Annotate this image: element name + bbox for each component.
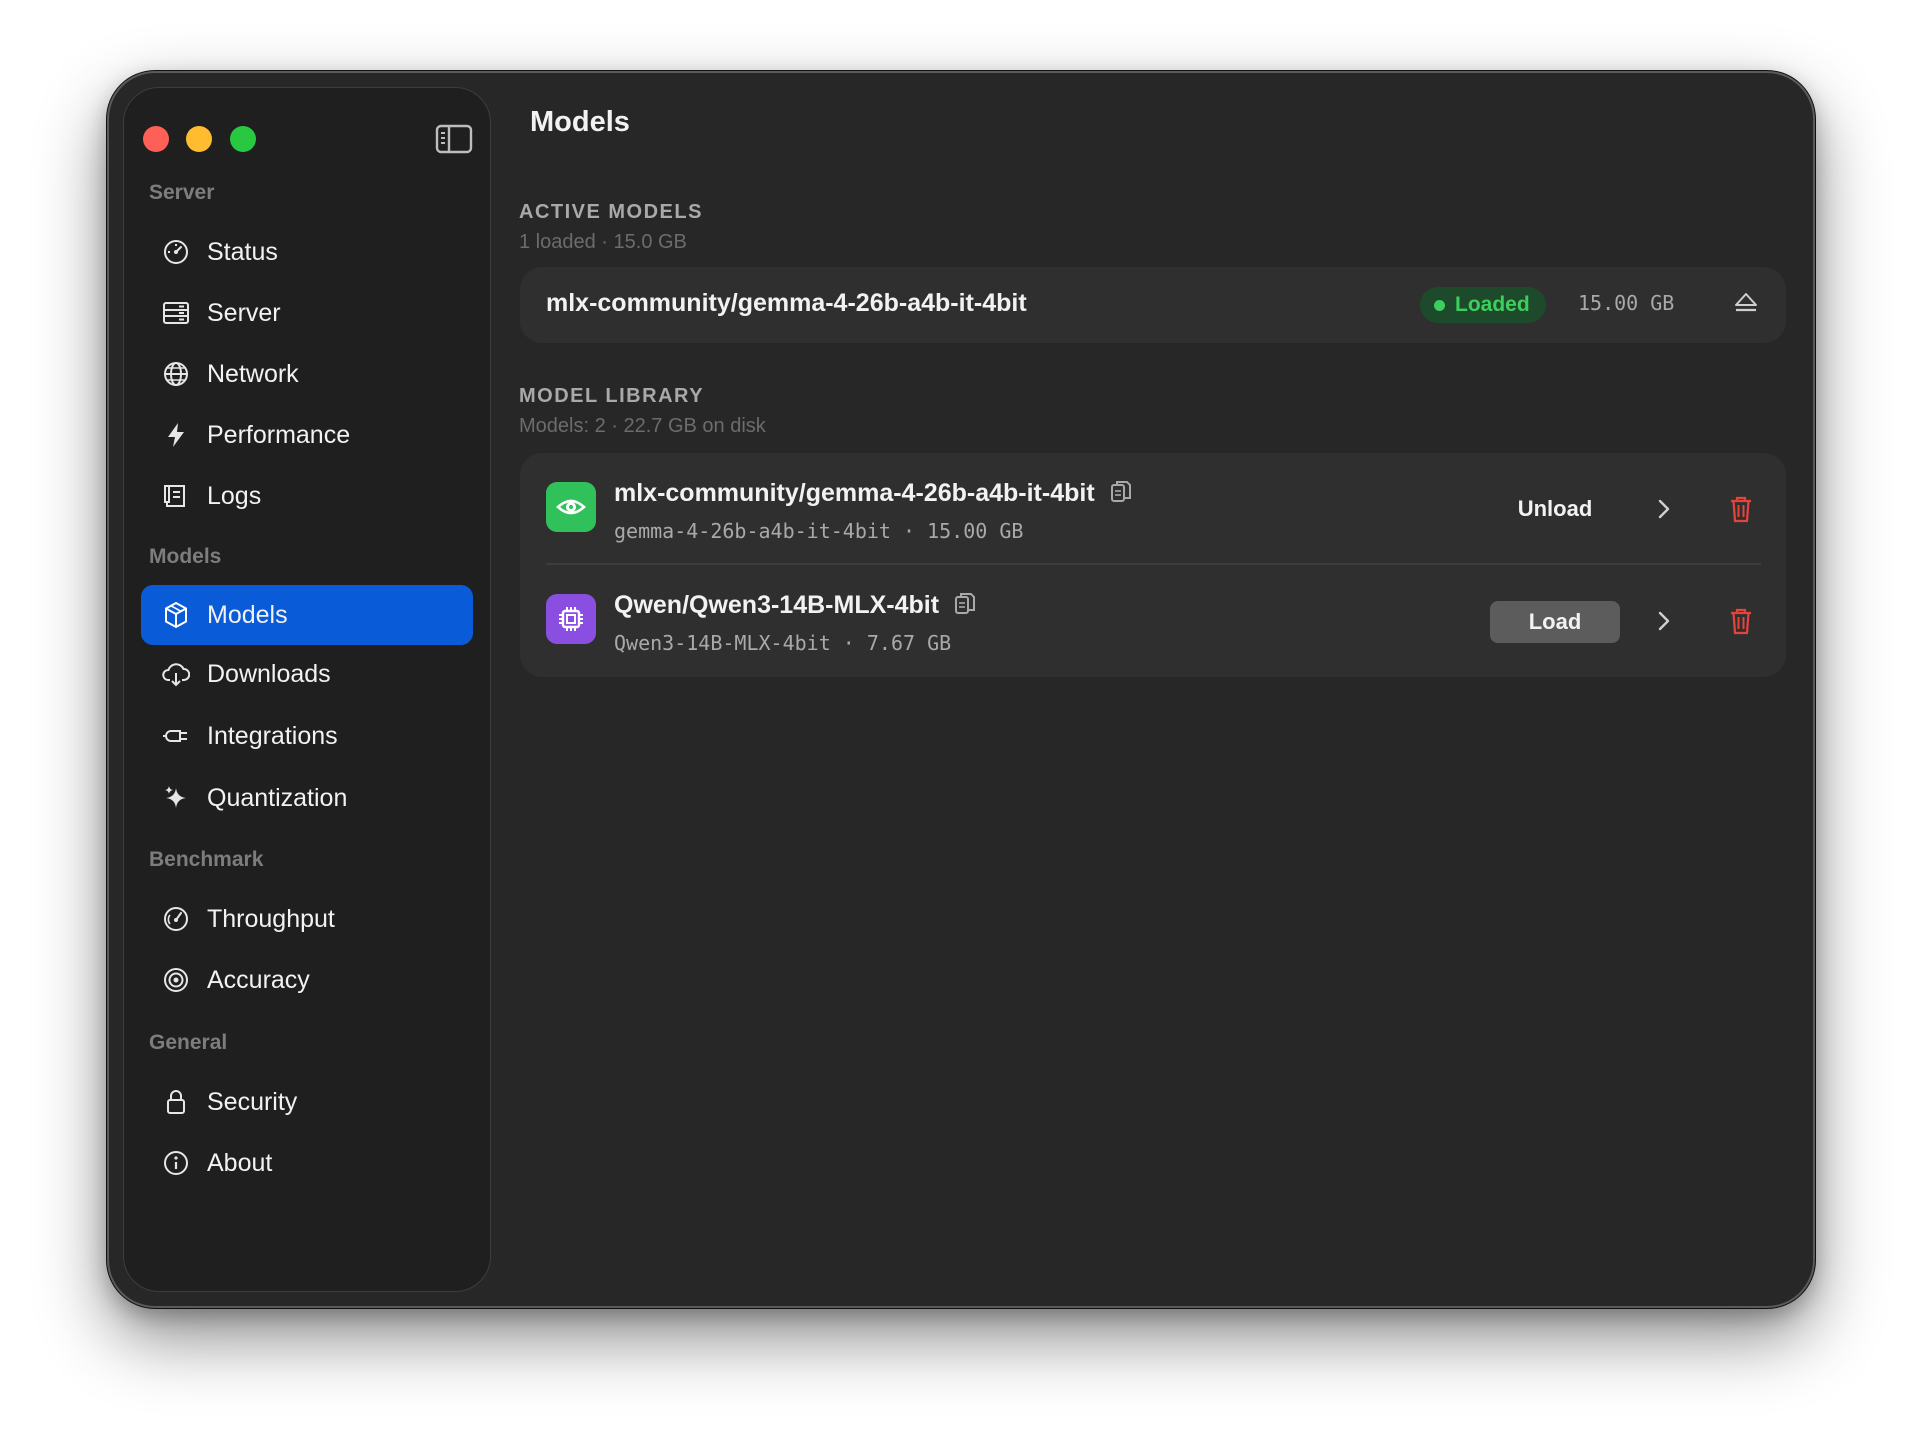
lock-icon bbox=[161, 1087, 191, 1117]
section-title-general: General bbox=[149, 1031, 228, 1054]
model-name-text: mlx-community/gemma-4-26b-a4b-it-4bit bbox=[614, 479, 1095, 507]
status-label: Loaded bbox=[1455, 293, 1530, 316]
status-dot-icon bbox=[1434, 299, 1445, 311]
sidebar-item-label: Quantization bbox=[207, 783, 348, 812]
speedometer-icon bbox=[161, 904, 191, 934]
maximize-window-button[interactable] bbox=[230, 126, 256, 152]
section-title-server: Server bbox=[149, 181, 215, 204]
sidebar-item-performance[interactable]: Performance bbox=[141, 405, 473, 465]
eject-icon[interactable] bbox=[1732, 289, 1760, 317]
sidebar-item-about[interactable]: About bbox=[141, 1133, 473, 1193]
active-model-size: 15.00 GB bbox=[1578, 291, 1675, 315]
eye-icon bbox=[546, 482, 596, 532]
app-window: Server Status Server Network Performance bbox=[107, 71, 1815, 1308]
model-meta: Qwen3-14B-MLX-4bit · 7.67 GB bbox=[614, 631, 952, 655]
chevron-right-icon[interactable] bbox=[1652, 607, 1676, 635]
sidebar-item-models[interactable]: Models bbox=[141, 585, 473, 645]
active-model-card: mlx-community/gemma-4-26b-a4b-it-4bit Lo… bbox=[520, 267, 1786, 343]
section-title-models: Models bbox=[149, 545, 222, 568]
sidebar-item-label: Network bbox=[207, 359, 299, 388]
model-meta: gemma-4-26b-a4b-it-4bit · 15.00 GB bbox=[614, 519, 1024, 543]
model-library-card: mlx-community/gemma-4-26b-a4b-it-4bit ge… bbox=[520, 453, 1786, 677]
sidebar-item-label: Models bbox=[207, 600, 288, 629]
sidebar-item-label: Server bbox=[207, 298, 281, 327]
chevron-right-icon[interactable] bbox=[1652, 495, 1676, 523]
status-badge: Loaded bbox=[1420, 287, 1546, 323]
scroll-icon bbox=[161, 481, 191, 511]
sparkles-icon bbox=[161, 783, 191, 813]
sidebar-item-throughput[interactable]: Throughput bbox=[141, 889, 473, 949]
sidebar-item-logs[interactable]: Logs bbox=[141, 466, 473, 526]
sidebar-item-label: Security bbox=[207, 1087, 298, 1116]
model-name: mlx-community/gemma-4-26b-a4b-it-4bit bbox=[614, 479, 1133, 508]
list-item[interactable]: Qwen/Qwen3-14B-MLX-4bit Qwen3-14B-MLX-4b… bbox=[520, 565, 1786, 675]
cloud-download-icon bbox=[161, 659, 191, 689]
load-button[interactable]: Load bbox=[1490, 601, 1620, 643]
trash-icon[interactable] bbox=[1728, 494, 1754, 524]
model-library-subtitle: Models: 2 · 22.7 GB on disk bbox=[519, 415, 766, 437]
plug-icon bbox=[161, 721, 191, 751]
gauge-icon bbox=[161, 237, 191, 267]
sidebar-item-status[interactable]: Status bbox=[141, 222, 473, 282]
section-title-benchmark: Benchmark bbox=[149, 848, 264, 871]
sidebar-item-accuracy[interactable]: Accuracy bbox=[141, 950, 473, 1010]
active-model-name: mlx-community/gemma-4-26b-a4b-it-4bit bbox=[546, 289, 1027, 317]
globe-icon bbox=[161, 359, 191, 389]
cube-icon bbox=[161, 600, 191, 630]
info-icon bbox=[161, 1148, 191, 1178]
sidebar-item-label: Integrations bbox=[207, 721, 338, 750]
sidebar-item-security[interactable]: Security bbox=[141, 1072, 473, 1132]
target-icon bbox=[161, 965, 191, 995]
copy-icon[interactable] bbox=[953, 591, 977, 617]
close-window-button[interactable] bbox=[143, 126, 169, 152]
model-library-title: MODEL LIBRARY bbox=[519, 385, 705, 407]
sidebar-item-label: Throughput bbox=[207, 904, 335, 933]
chip-icon bbox=[546, 594, 596, 644]
server-icon bbox=[161, 298, 191, 328]
sidebar-item-label: Performance bbox=[207, 420, 351, 449]
sidebar-item-integrations[interactable]: Integrations bbox=[141, 706, 473, 766]
sidebar-item-label: Accuracy bbox=[207, 965, 310, 994]
list-item[interactable]: mlx-community/gemma-4-26b-a4b-it-4bit ge… bbox=[520, 453, 1786, 563]
trash-icon[interactable] bbox=[1728, 606, 1754, 636]
sidebar-item-label: Logs bbox=[207, 481, 262, 510]
sidebar: Server Status Server Network Performance bbox=[123, 87, 491, 1292]
sidebar-item-label: About bbox=[207, 1148, 273, 1177]
sidebar-item-quantization[interactable]: Quantization bbox=[141, 768, 473, 828]
sidebar-toggle-icon[interactable] bbox=[435, 123, 473, 155]
bolt-icon bbox=[161, 420, 191, 450]
active-models-subtitle: 1 loaded · 15.0 GB bbox=[519, 231, 687, 253]
sidebar-item-downloads[interactable]: Downloads bbox=[141, 644, 473, 704]
copy-icon[interactable] bbox=[1109, 479, 1133, 505]
model-name: Qwen/Qwen3-14B-MLX-4bit bbox=[614, 591, 977, 620]
model-name-text: Qwen/Qwen3-14B-MLX-4bit bbox=[614, 591, 940, 619]
sidebar-item-network[interactable]: Network bbox=[141, 344, 473, 404]
sidebar-item-label: Status bbox=[207, 237, 278, 266]
active-models-title: ACTIVE MODELS bbox=[519, 201, 703, 223]
sidebar-item-label: Downloads bbox=[207, 659, 331, 688]
page-title: Models bbox=[530, 106, 630, 138]
unload-button[interactable]: Unload bbox=[1490, 489, 1620, 529]
sidebar-item-server[interactable]: Server bbox=[141, 283, 473, 343]
minimize-window-button[interactable] bbox=[186, 126, 212, 152]
